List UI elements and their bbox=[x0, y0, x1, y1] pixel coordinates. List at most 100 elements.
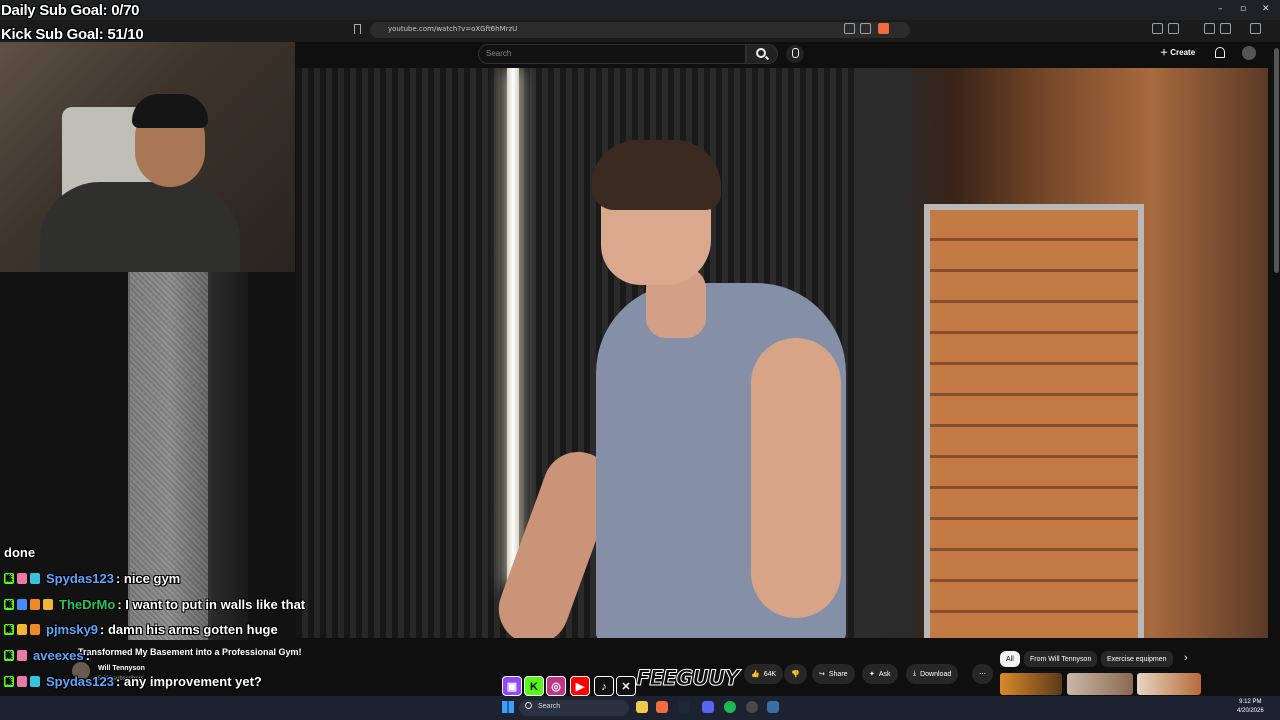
chat-text: done bbox=[4, 544, 36, 560]
recommended-thumbnail[interactable] bbox=[1137, 673, 1201, 695]
clock-date: 4/20/2026 bbox=[1237, 708, 1264, 714]
notifications-icon[interactable] bbox=[1215, 47, 1225, 58]
spotify-icon[interactable] bbox=[724, 701, 736, 713]
gift-badge-icon bbox=[30, 572, 40, 584]
chat-message: done bbox=[4, 542, 35, 562]
chat-message: K Spydas123 : any improvement yet? bbox=[4, 671, 262, 691]
share-page-icon[interactable] bbox=[860, 23, 871, 34]
chat-message: K TheDrMo : I want to put in walls like t… bbox=[4, 594, 305, 614]
minimize-icon[interactable]: – bbox=[1218, 4, 1223, 14]
wallet-icon[interactable] bbox=[1220, 23, 1231, 34]
k-badge-icon: K bbox=[4, 675, 14, 687]
sword-badge-icon bbox=[17, 572, 27, 584]
k-badge-icon: K bbox=[4, 649, 14, 661]
discord-icon[interactable] bbox=[702, 701, 714, 713]
search-icon[interactable] bbox=[756, 48, 766, 58]
video-player[interactable] bbox=[296, 68, 1268, 638]
ask-button[interactable]: ✦ Ask bbox=[862, 664, 898, 684]
orange-badge-icon bbox=[30, 598, 40, 610]
streamer-hair bbox=[132, 94, 208, 128]
brave-browser-icon[interactable] bbox=[656, 701, 668, 713]
search-input[interactable] bbox=[478, 44, 746, 64]
chat-username: pjmsky9 bbox=[46, 621, 99, 637]
chat-message: Kaveexes : bbox=[4, 645, 90, 665]
box-badge-icon bbox=[17, 598, 27, 610]
person-arm-right bbox=[751, 338, 841, 618]
windows-start-icon[interactable] bbox=[502, 701, 514, 713]
extension-icon[interactable] bbox=[1152, 23, 1163, 34]
file-explorer-icon[interactable] bbox=[636, 701, 648, 713]
webcam-feed bbox=[0, 42, 295, 272]
settings-icon[interactable] bbox=[767, 701, 779, 713]
brave-shield-icon[interactable] bbox=[878, 23, 889, 34]
tiktok-icon: ♪ bbox=[594, 676, 614, 696]
twitch-icon: ▣ bbox=[502, 676, 522, 696]
video-title: Transformed My Basement into a Professio… bbox=[78, 647, 302, 657]
ask-label: Ask bbox=[878, 670, 891, 678]
k-badge-icon: K bbox=[4, 598, 14, 610]
sword-badge-icon bbox=[17, 649, 27, 661]
pip-icon[interactable] bbox=[844, 23, 855, 34]
chat-text: : bbox=[85, 647, 90, 663]
search-icon bbox=[525, 702, 532, 709]
avatar[interactable] bbox=[1242, 46, 1256, 60]
more-actions-button[interactable]: ⋯ bbox=[972, 664, 993, 684]
chat-username: aveexes bbox=[33, 647, 84, 663]
chip-exercise-equipment[interactable]: Exercise equipmen bbox=[1101, 651, 1173, 667]
chat-message: K Spydas123 : nice gym bbox=[4, 568, 180, 588]
scrollbar-thumb[interactable] bbox=[1274, 48, 1279, 273]
close-icon[interactable]: ✕ bbox=[1262, 4, 1270, 14]
dislike-button[interactable]: 👎 bbox=[784, 664, 807, 684]
share-button[interactable]: ↪ Share bbox=[812, 664, 855, 684]
person-hair bbox=[591, 140, 721, 210]
download-button[interactable]: ⤓ Download bbox=[906, 664, 959, 684]
k-badge-icon: K bbox=[4, 572, 14, 584]
x-icon: ✕ bbox=[616, 676, 636, 696]
orange-badge-icon bbox=[30, 623, 40, 635]
like-count: 64K bbox=[763, 670, 777, 678]
create-label: Create bbox=[1170, 48, 1196, 57]
chip-all[interactable]: All bbox=[1000, 651, 1020, 667]
chevron-right-icon[interactable]: › bbox=[1184, 652, 1188, 664]
brand-wordmark: FEEGUUY bbox=[636, 666, 741, 691]
sauna-door bbox=[924, 204, 1144, 638]
taskbar-search-label: Search bbox=[538, 703, 561, 710]
steam-icon[interactable] bbox=[678, 701, 690, 713]
maximize-icon[interactable]: ▫ bbox=[1240, 4, 1246, 14]
streamer-shirt bbox=[40, 182, 240, 272]
thumbs-up-icon: 👍 bbox=[751, 671, 760, 678]
chat-text: : any improvement yet? bbox=[115, 673, 262, 689]
kick-icon: K bbox=[524, 676, 544, 696]
clock-time: 9:12 PM bbox=[1239, 699, 1262, 705]
share-label: Share bbox=[828, 670, 848, 678]
chat-message: Kpjmsky9 : damn his arms gotten huge bbox=[4, 619, 278, 639]
chip-from-channel[interactable]: From Will Tennyson bbox=[1024, 651, 1098, 667]
taskbar-search[interactable] bbox=[519, 700, 629, 716]
url-text[interactable]: youtube.com/watch?v=oXGft6hMrzU bbox=[388, 25, 517, 33]
download-label: Download bbox=[920, 670, 952, 678]
daily-sub-goal: Daily Sub Goal: 0/70 bbox=[1, 2, 140, 19]
bookmark-icon[interactable] bbox=[354, 24, 361, 34]
like-button[interactable]: 👍 64K bbox=[744, 664, 784, 684]
more-icon: ⋯ bbox=[979, 671, 986, 678]
create-button[interactable]: ＋ Create bbox=[1160, 47, 1195, 58]
extension-icon[interactable] bbox=[1168, 23, 1179, 34]
search-placeholder: Search bbox=[486, 49, 512, 58]
instagram-icon: ◎ bbox=[546, 676, 566, 696]
fire-badge-icon bbox=[43, 598, 53, 610]
taskbar-clock[interactable]: 9:12 PM 4/20/2026 bbox=[1237, 698, 1264, 716]
obs-icon[interactable] bbox=[746, 701, 758, 713]
sword-badge-icon bbox=[17, 675, 27, 687]
thumbs-down-icon: 👎 bbox=[791, 671, 800, 678]
youtube-icon: ▶ bbox=[570, 676, 590, 696]
k-badge-icon: K bbox=[4, 623, 14, 635]
microphone-icon[interactable] bbox=[786, 45, 804, 63]
recommended-thumbnail[interactable] bbox=[1000, 673, 1062, 695]
chat-username: TheDrMo bbox=[59, 596, 116, 612]
sparkle-icon: ✦ bbox=[869, 671, 875, 678]
recommended-thumbnail[interactable] bbox=[1067, 673, 1133, 695]
menu-icon[interactable] bbox=[1250, 23, 1261, 34]
gift-badge-icon bbox=[30, 675, 40, 687]
chat-text: : damn his arms gotten huge bbox=[100, 621, 278, 637]
sidebar-icon[interactable] bbox=[1204, 23, 1215, 34]
